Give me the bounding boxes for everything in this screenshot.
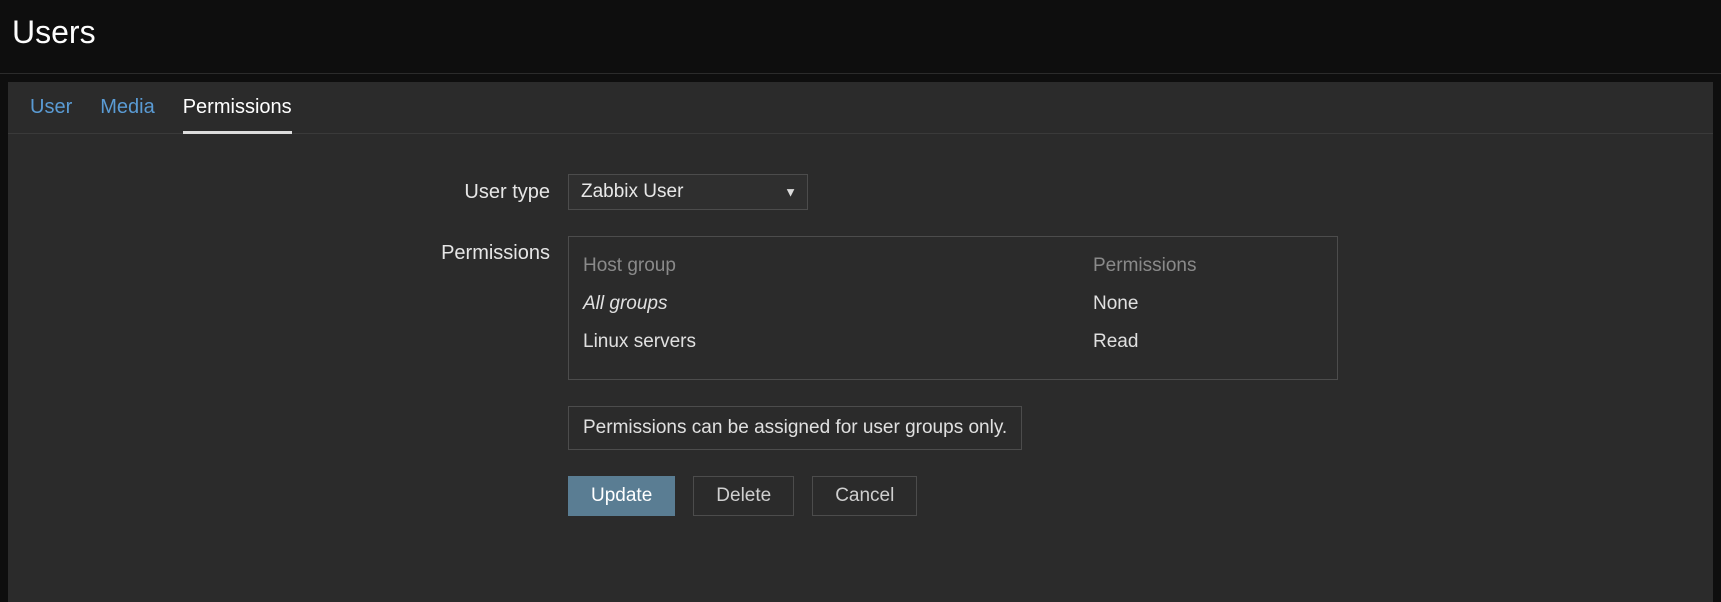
page-title: Users <box>12 14 1709 51</box>
field-user-type: Zabbix User ▼ <box>568 174 1713 210</box>
field-permissions: Host group Permissions All groups None L… <box>568 236 1713 380</box>
update-button[interactable]: Update <box>568 476 675 516</box>
field-info: Permissions can be assigned for user gro… <box>568 406 1713 450</box>
row-info: Permissions can be assigned for user gro… <box>8 406 1713 450</box>
cancel-button[interactable]: Cancel <box>812 476 917 516</box>
label-spacer <box>8 476 568 516</box>
tab-media[interactable]: Media <box>100 96 154 133</box>
cell-host-group: All groups <box>583 293 1093 315</box>
form-area: User type Zabbix User ▼ Permissions Host… <box>8 134 1713 516</box>
table-row: All groups None <box>569 285 1337 323</box>
user-type-select[interactable]: Zabbix User ▼ <box>568 174 808 210</box>
buttons-container: Update Delete Cancel <box>568 476 1713 516</box>
row-buttons: Update Delete Cancel <box>8 476 1713 516</box>
label-permissions: Permissions <box>8 236 568 380</box>
chevron-down-icon: ▼ <box>784 185 797 200</box>
tab-permissions[interactable]: Permissions <box>183 96 292 133</box>
header-permissions: Permissions <box>1093 255 1323 277</box>
permissions-table: Host group Permissions All groups None L… <box>568 236 1338 380</box>
row-user-type: User type Zabbix User ▼ <box>8 174 1713 210</box>
cell-host-group: Linux servers <box>583 331 1093 353</box>
user-type-value: Zabbix User <box>581 181 683 203</box>
header-host-group: Host group <box>583 255 1093 277</box>
cell-permission: None <box>1093 293 1323 315</box>
header-divider <box>0 73 1721 74</box>
row-permissions: Permissions Host group Permissions All g… <box>8 236 1713 380</box>
page-header: Users <box>0 0 1721 69</box>
delete-button[interactable]: Delete <box>693 476 794 516</box>
label-user-type: User type <box>8 174 568 210</box>
label-spacer <box>8 406 568 450</box>
permissions-info-box: Permissions can be assigned for user gro… <box>568 406 1022 450</box>
permissions-header: Host group Permissions <box>569 247 1337 285</box>
table-row: Linux servers Read <box>569 323 1337 361</box>
cell-permission: Read <box>1093 331 1323 353</box>
tab-user[interactable]: User <box>30 96 72 133</box>
content-panel: User Media Permissions User type Zabbix … <box>8 82 1713 602</box>
tabs-bar: User Media Permissions <box>8 82 1713 133</box>
